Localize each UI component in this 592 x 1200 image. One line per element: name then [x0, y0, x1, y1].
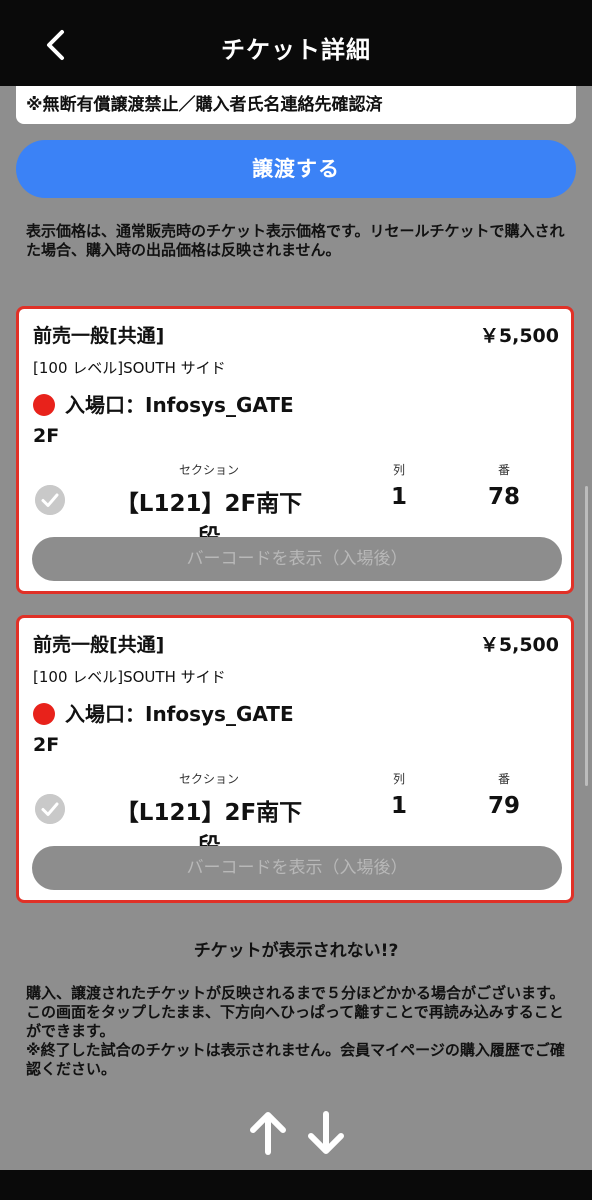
- show-barcode-button[interactable]: バーコードを表示（入場後）: [32, 846, 562, 890]
- row-label: 列: [392, 772, 405, 786]
- ticket-floor: 2F: [33, 734, 60, 756]
- section-label: セクション: [178, 463, 239, 477]
- ticket-category: 前売一般[共通]: [33, 325, 165, 347]
- notice-card-text: ※無断有償譲渡禁止／購入者氏名連絡先確認済: [26, 95, 383, 115]
- ticket-card: 前売一般[共通] ￥5,500 [100 レベル]SOUTH サイド 入場口：I…: [16, 615, 574, 903]
- show-barcode-button[interactable]: バーコードを表示（入場後）: [32, 537, 562, 581]
- seat-label: 番: [497, 463, 510, 477]
- ticket-price: ￥5,500: [479, 325, 559, 347]
- price-notice: 表示価格は、通常販売時のチケット表示価格です。リセールチケットで購入された場合、…: [26, 222, 565, 259]
- ticket-gate: 入場口：Infosys_GATE: [33, 698, 294, 726]
- seat-label: 番: [497, 772, 510, 786]
- ticket-gate-label: 入場口：Infosys_GATE: [65, 702, 294, 726]
- red-dot-icon: [33, 394, 55, 416]
- row-value: 1: [390, 484, 407, 510]
- check-circle-icon: [35, 485, 65, 515]
- notice-card: ※無断有償譲渡禁止／購入者氏名連絡先確認済: [16, 86, 576, 124]
- red-dot-icon: [33, 703, 55, 725]
- arrow-down-icon[interactable]: [308, 1111, 344, 1154]
- ticket-gate: 入場口：Infosys_GATE: [33, 389, 294, 417]
- ticket-card: 前売一般[共通] ￥5,500 [100 レベル]SOUTH サイド 入場口：I…: [16, 306, 574, 594]
- ticket-category: 前売一般[共通]: [33, 634, 165, 656]
- transfer-button[interactable]: 譲渡する: [16, 140, 576, 198]
- check-circle-icon: [35, 794, 65, 824]
- arrow-up-icon[interactable]: [250, 1112, 286, 1155]
- section-label: セクション: [178, 772, 239, 786]
- page-title: チケット詳細: [221, 36, 371, 64]
- ticket-area: [100 レベル]SOUTH サイド: [33, 359, 226, 377]
- ticket-floor: 2F: [33, 425, 60, 447]
- scroll-arrows: [250, 1111, 344, 1155]
- ticket-price: ￥5,500: [479, 634, 559, 656]
- help-title: チケットが表示されない!?: [193, 941, 399, 961]
- ticket-gate-label: 入場口：Infosys_GATE: [65, 393, 294, 417]
- scrollbar[interactable]: [585, 486, 588, 786]
- seat-value: 78: [487, 484, 520, 510]
- seat-value: 79: [487, 793, 520, 819]
- header-bar: チケット詳細: [0, 0, 592, 86]
- bottom-bar: [0, 1170, 592, 1200]
- row-label: 列: [392, 463, 405, 477]
- ticket-area: [100 レベル]SOUTH サイド: [33, 668, 226, 686]
- row-value: 1: [390, 793, 407, 819]
- help-text: 購入、譲渡されたチケットが反映されるまで５分ほどかかる場合がございます。この画面…: [26, 984, 565, 1078]
